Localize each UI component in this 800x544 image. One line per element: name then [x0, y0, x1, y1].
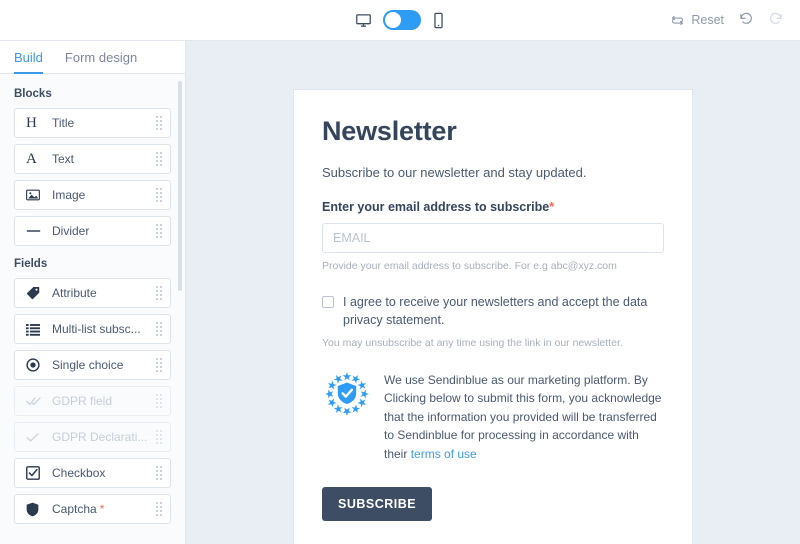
- block-item-image[interactable]: Image: [14, 180, 171, 210]
- block-item-captcha[interactable]: Captcha *: [14, 494, 171, 524]
- block-item-title[interactable]: H Title: [14, 108, 171, 138]
- group-label-fields: Fields: [14, 258, 48, 270]
- gdpr-row: We use Sendinblue as our marketing platf…: [322, 371, 664, 464]
- shield-icon: [26, 502, 44, 517]
- drag-handle[interactable]: [156, 322, 162, 336]
- reset-label: Reset: [691, 13, 724, 27]
- block-label: GDPR field: [52, 394, 113, 408]
- email-field-label: Enter your email address to subscribe*: [322, 200, 664, 214]
- radio-button-icon: [26, 358, 44, 372]
- sidebar-content: Blocks H Title A Text Image Divider Fiel…: [0, 74, 185, 544]
- divider-icon: [26, 228, 44, 234]
- form-card: Newsletter Subscribe to our newsletter a…: [293, 89, 693, 544]
- block-item-gdpr-field: GDPR field: [14, 386, 171, 416]
- block-label-text: Captcha: [52, 502, 97, 516]
- gdpr-shield-stars-icon: [322, 371, 372, 417]
- drag-handle[interactable]: [156, 286, 162, 300]
- top-toolbar: Reset: [0, 0, 800, 41]
- drag-handle[interactable]: [156, 116, 162, 130]
- block-item-checkbox[interactable]: Checkbox: [14, 458, 171, 488]
- consent-row: I agree to receive your newsletters and …: [322, 294, 664, 330]
- block-item-single-choice[interactable]: Single choice: [14, 350, 171, 380]
- block-label: Image: [52, 188, 86, 202]
- drag-handle[interactable]: [156, 224, 162, 238]
- consent-checkbox[interactable]: [322, 296, 334, 308]
- block-label: Captcha *: [52, 502, 150, 516]
- drag-handle[interactable]: [156, 466, 162, 480]
- drag-handle[interactable]: [156, 358, 162, 372]
- device-preview-switcher: [355, 10, 445, 30]
- required-marker: *: [99, 502, 105, 516]
- form-builder-app: Reset Build Form design Blocks H Title A…: [0, 0, 800, 544]
- text-icon: A: [26, 150, 37, 167]
- gdpr-disclaimer: We use Sendinblue as our marketing platf…: [384, 371, 664, 464]
- check-icon: [26, 432, 44, 443]
- block-item-multi-list-subscription[interactable]: Multi-list subsc...: [14, 314, 171, 344]
- sidebar-tabs: Build Form design: [0, 41, 185, 74]
- required-marker: *: [549, 199, 555, 214]
- terms-of-use-link[interactable]: terms of use: [411, 447, 477, 461]
- drag-handle: [156, 430, 162, 444]
- tab-form-design[interactable]: Form design: [65, 50, 137, 74]
- builder-body: Build Form design Blocks H Title A Text: [0, 41, 800, 544]
- email-helper-text: Provide your email address to subscribe.…: [322, 260, 617, 272]
- form-title: Newsletter: [322, 116, 457, 146]
- list-icon: [26, 323, 44, 336]
- block-item-text[interactable]: A Text: [14, 144, 171, 174]
- image-icon: [26, 189, 44, 201]
- block-item-attribute[interactable]: Attribute: [14, 278, 171, 308]
- unsubscribe-note: You may unsubscribe at any time using th…: [322, 336, 623, 349]
- checkbox-icon: [26, 466, 44, 480]
- block-label: Single choice: [52, 358, 124, 372]
- undo-arrow-icon[interactable]: [738, 12, 754, 28]
- email-input[interactable]: [322, 223, 664, 253]
- drag-handle[interactable]: [156, 502, 162, 516]
- sidebar-scrollbar[interactable]: [178, 81, 182, 291]
- desktop-monitor-icon[interactable]: [355, 12, 372, 29]
- device-toggle[interactable]: [383, 10, 421, 30]
- form-subtitle: Subscribe to our newsletter and stay upd…: [322, 165, 587, 180]
- block-label: Divider: [52, 224, 90, 238]
- mobile-phone-icon[interactable]: [432, 12, 445, 29]
- redo-arrow-icon[interactable]: [768, 12, 784, 28]
- double-check-icon: [26, 395, 44, 407]
- email-field-label-text: Enter your email address to subscribe: [322, 200, 550, 214]
- toolbar-actions: Reset: [670, 12, 784, 28]
- title-heading-icon: H: [26, 114, 37, 131]
- drag-handle[interactable]: [156, 152, 162, 166]
- block-item-gdpr-declaration: GDPR Declarati...: [14, 422, 171, 452]
- drag-handle[interactable]: [156, 188, 162, 202]
- group-label-blocks: Blocks: [14, 88, 52, 100]
- subscribe-button[interactable]: SUBSCRIBE: [322, 487, 433, 522]
- block-label: Checkbox: [52, 466, 106, 480]
- consent-label: I agree to receive your newsletters and …: [343, 295, 648, 327]
- block-label: Attribute: [52, 286, 97, 300]
- form-preview-canvas: Newsletter Subscribe to our newsletter a…: [186, 41, 800, 544]
- tab-build[interactable]: Build: [14, 50, 43, 74]
- reset-button[interactable]: Reset: [670, 13, 724, 28]
- left-sidebar: Build Form design Blocks H Title A Text: [0, 41, 186, 544]
- block-item-divider[interactable]: Divider: [14, 216, 171, 246]
- block-label: Title: [52, 116, 75, 130]
- block-label: Multi-list subsc...: [52, 322, 141, 336]
- tag-icon: [26, 286, 44, 300]
- block-label: Text: [52, 152, 75, 166]
- toggle-knob: [385, 12, 401, 28]
- refresh-icon: [672, 15, 684, 25]
- block-label: GDPR Declarati...: [52, 430, 148, 444]
- drag-handle: [156, 394, 162, 408]
